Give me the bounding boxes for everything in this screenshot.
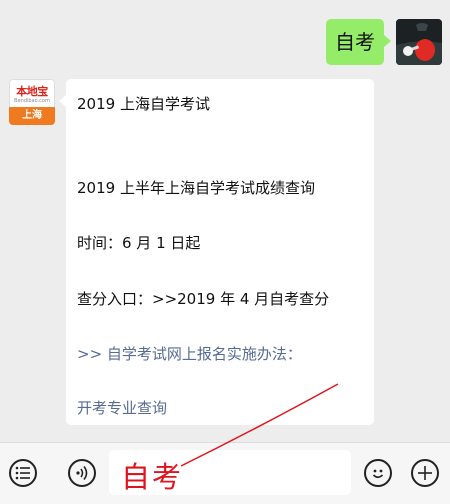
user-message-text: 自考: [335, 30, 375, 54]
list-menu-icon: [15, 466, 30, 480]
bot-avatar[interactable]: 本地宝 Bendibao.com 上海: [9, 79, 55, 125]
message-input[interactable]: 自考: [109, 450, 351, 495]
message-title: 2019 上海自学考试: [77, 95, 210, 113]
enroll-link-row[interactable]: >> 自学考试网上报名实施办法：: [77, 343, 302, 364]
bot-logo-text: 本地宝: [16, 85, 48, 98]
enroll-method-link[interactable]: 自学考试网上报名实施办法：: [107, 345, 302, 363]
major-query-link[interactable]: 开考专业查询: [77, 397, 167, 418]
bot-message-bubble: 2019 上海自学考试 2019 上半年上海自学考试成绩查询 时间：6 月 1 …: [59, 79, 374, 425]
user-avatar-image: [396, 19, 442, 65]
bot-logo-subtext: Bendibao.com: [14, 98, 50, 104]
query-time: 时间：6 月 1 日起: [77, 234, 201, 252]
user-message-bubble[interactable]: 自考: [326, 19, 391, 65]
chat-area: 自考 本地宝 Bendibao.com 上海 2019 上海自学考试 2019 …: [0, 0, 450, 442]
link-prefix: >>: [77, 345, 103, 363]
plus-button[interactable]: [411, 459, 439, 487]
score-entry: 查分入口：>>2019 年 4 月自考查分: [77, 290, 330, 308]
user-avatar[interactable]: [396, 19, 442, 65]
emoji-button[interactable]: [364, 459, 392, 487]
plus-icon: [418, 466, 432, 480]
voice-button[interactable]: [68, 459, 96, 487]
voice-icon: [76, 466, 88, 480]
query-title: 2019 上半年上海自学考试成绩查询: [77, 179, 315, 197]
emoji-icon: [372, 469, 384, 479]
menu-button[interactable]: [9, 459, 37, 487]
message-input-value: 自考: [121, 460, 184, 494]
bot-logo-city: 上海: [9, 107, 55, 125]
